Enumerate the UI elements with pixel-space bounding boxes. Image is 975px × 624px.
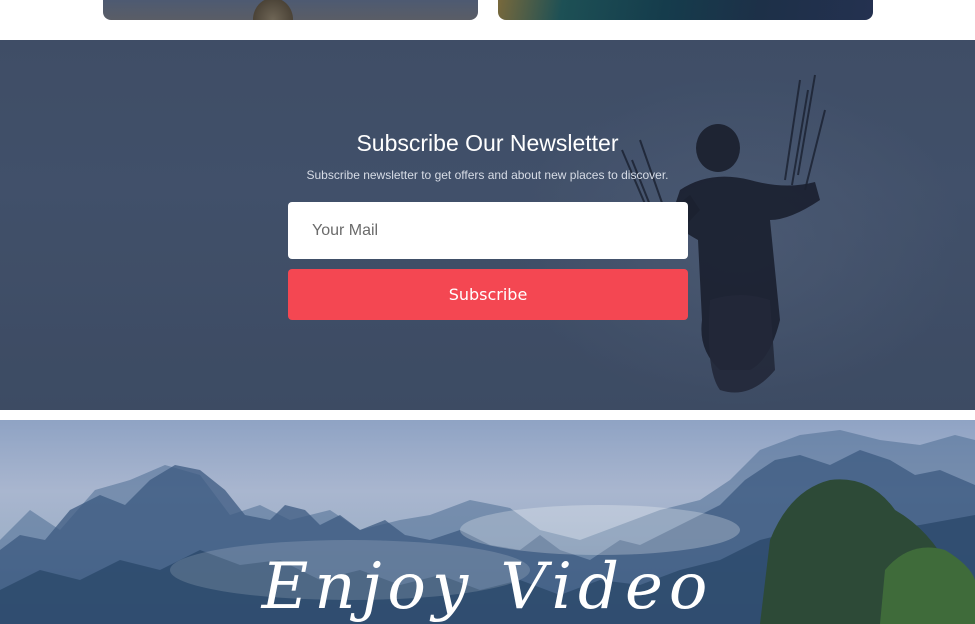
newsletter-subtitle: Subscribe newsletter to get offers and a… [306, 168, 669, 182]
section-divider [0, 410, 975, 420]
subscribe-button[interactable]: Subscribe [288, 269, 688, 320]
gallery-image-mountain[interactable] [103, 0, 478, 20]
newsletter-section: Subscribe Our Newsletter Subscribe newsl… [0, 40, 975, 410]
newsletter-title: Subscribe Our Newsletter [356, 130, 619, 156]
gallery-image-coast[interactable] [498, 0, 873, 20]
gallery-strip [0, 0, 975, 40]
video-section: Enjoy Video [0, 420, 975, 624]
email-field[interactable] [288, 202, 688, 259]
rock-silhouette [253, 0, 293, 20]
video-title: Enjoy Video [261, 550, 714, 624]
